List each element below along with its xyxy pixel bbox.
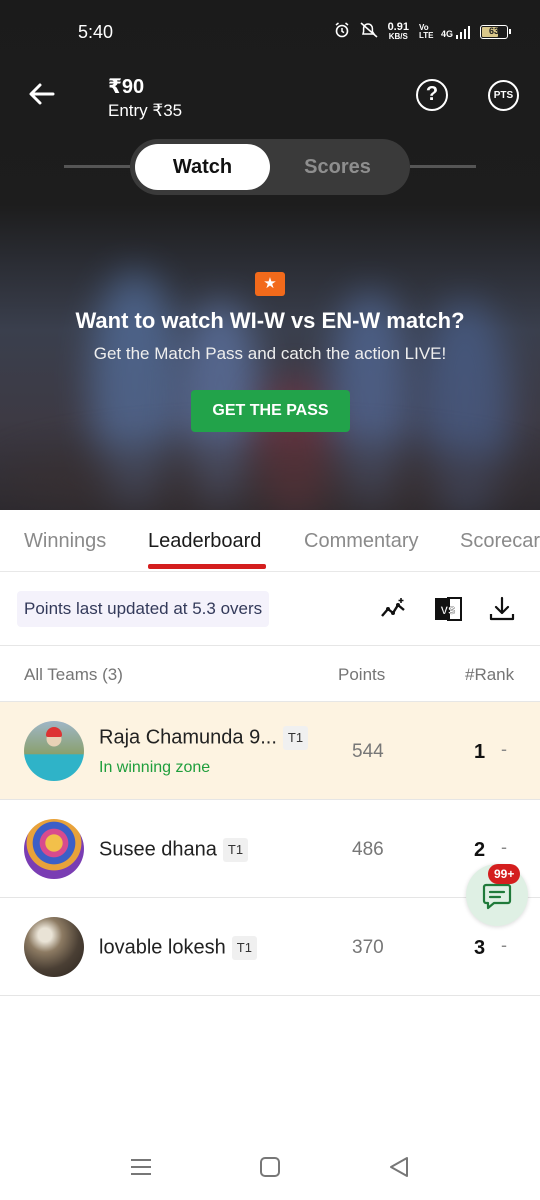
winning-zone-label: In winning zone [99, 759, 211, 776]
rank-change-indicator: - [501, 739, 507, 759]
mute-icon [360, 22, 378, 41]
net-speed: 0.91 KB/S [387, 20, 409, 41]
leaderboard-row[interactable]: Susee dhana T1 486 2 - [0, 800, 540, 898]
rank-value: 1 [474, 741, 486, 763]
arrow-left-icon [29, 83, 55, 105]
net-speed-unit: KB/S [388, 31, 408, 41]
leaderboard-row[interactable]: lovable lokesh T1 370 3 - [0, 898, 540, 996]
compare-graph-button[interactable] [379, 594, 409, 624]
menu-nav-button[interactable] [128, 1154, 154, 1180]
help-icon: ? [425, 83, 439, 105]
download-button[interactable] [487, 594, 517, 624]
signal-icon: 4G [441, 25, 470, 39]
promo-subtitle: Get the Match Pass and catch the action … [93, 344, 447, 363]
entry-fee: Entry ₹35 [108, 101, 183, 120]
points-update-info: Points last updated at 5.3 overs [17, 591, 270, 627]
avatar [24, 917, 84, 977]
home-nav-button[interactable] [257, 1154, 283, 1180]
network-type: 4G [440, 28, 453, 39]
download-icon [489, 596, 515, 621]
teams-column-header: All Teams (3) [24, 665, 123, 684]
watch-tab[interactable]: Watch [135, 144, 270, 190]
team-name: lovable lokesh T1 [99, 936, 257, 960]
player-name: lovable lokesh [99, 936, 226, 959]
get-the-pass-button[interactable]: GET THE PASS [191, 390, 350, 432]
match-header-area: 5:40 0.91 KB/S Vo LTE 4G 63 ₹90 Entry ₹3… [0, 0, 540, 510]
team-name: Susee dhana T1 [99, 838, 249, 862]
scores-tab[interactable]: Scores [270, 144, 405, 190]
status-bar: 5:40 0.91 KB/S Vo LTE 4G 63 [0, 0, 540, 66]
back-button[interactable] [26, 78, 58, 110]
battery-level: 63 [488, 25, 499, 36]
status-icons: 0.91 KB/S Vo LTE 4G 63 [334, 20, 511, 41]
segment-divider-left [64, 165, 130, 168]
rank-value: 3 [474, 937, 486, 959]
hamburger-icon [131, 1159, 151, 1175]
rank-value: 2 [474, 839, 486, 861]
points-value: 544 [352, 741, 384, 762]
ticket-icon: ★ [255, 272, 285, 296]
watch-scores-toggle: Watch Scores [130, 139, 410, 195]
rank-column-header: #Rank [465, 665, 515, 684]
triangle-back-icon [390, 1157, 408, 1177]
rank-change-indicator: - [501, 837, 507, 857]
divider [0, 645, 540, 646]
avatar [24, 819, 84, 879]
vs-icon: VS [435, 597, 462, 621]
player-name: Susee dhana [99, 838, 217, 861]
player-name: Raja Chamunda 9... [99, 726, 277, 749]
tab-leaderboard[interactable]: Leaderboard [148, 530, 261, 553]
promo-title: Want to watch WI-W vs EN-W match? [75, 308, 465, 333]
team-name: Raja Chamunda 9... T1 [99, 726, 309, 750]
chat-unread-badge: 99+ [488, 864, 521, 884]
points-value: 370 [352, 937, 384, 958]
compare-teams-button[interactable]: VS [433, 594, 463, 624]
battery-icon: 63 [480, 24, 511, 39]
alarm-icon [334, 22, 350, 41]
active-tab-indicator [148, 564, 266, 569]
tab-commentary[interactable]: Commentary [304, 530, 418, 553]
rank-change-indicator: - [501, 935, 507, 955]
background-ground-shape [0, 440, 540, 510]
prize-amount: ₹90 [108, 76, 145, 98]
square-home-icon [260, 1157, 280, 1177]
trend-graph-icon [381, 598, 405, 617]
contest-tabs: Winnings Leaderboard Commentary Scorecar… [0, 510, 540, 572]
tab-scorecard[interactable]: Scorecard [460, 530, 540, 553]
status-time: 5:40 [78, 22, 114, 42]
tab-winnings[interactable]: Winnings [24, 530, 106, 553]
help-button[interactable]: ? [416, 79, 448, 111]
segment-divider-right [410, 165, 476, 168]
volte-label: Vo LTE [418, 22, 434, 40]
team-badge: T1 [282, 726, 309, 750]
avatar-cap-shape [46, 727, 62, 737]
system-nav-bar [0, 1134, 540, 1200]
app-header: ₹90 Entry ₹35 ? PTS [0, 66, 540, 136]
pts-label: PTS [493, 90, 514, 101]
team-badge: T1 [222, 838, 249, 862]
points-value: 486 [352, 839, 384, 860]
points-column-header: Points [338, 665, 386, 684]
leaderboard-row[interactable]: Raja Chamunda 9... T1 In winning zone 544… [0, 702, 540, 800]
avatar [24, 721, 84, 781]
points-system-button[interactable]: PTS [488, 80, 519, 111]
back-nav-button[interactable] [386, 1154, 412, 1180]
vs-label: VS [441, 605, 456, 617]
team-badge: T1 [231, 936, 257, 960]
net-speed-value: 0.91 [387, 20, 409, 33]
